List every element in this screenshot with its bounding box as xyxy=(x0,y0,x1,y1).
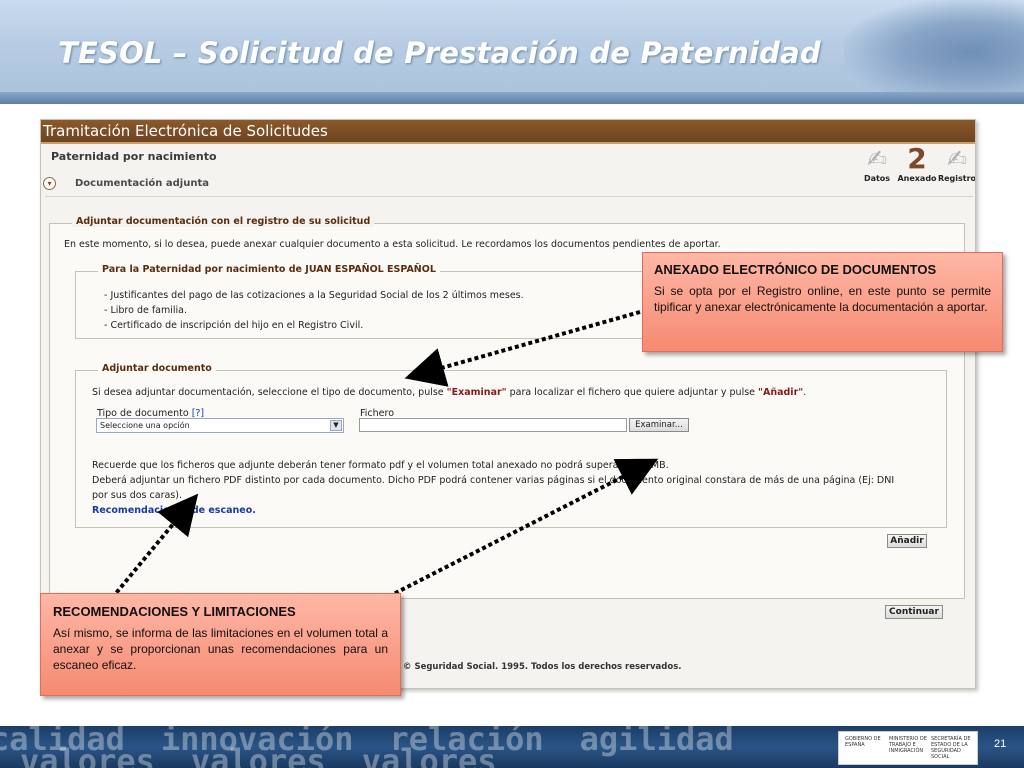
government-logos: GOBIERNO DE ESPAÑA MINISTERIO DE TRABAJO… xyxy=(838,731,978,765)
footer-word: agilidad xyxy=(579,726,734,758)
callout-body: Si se opta por el Registro online, en es… xyxy=(654,284,991,314)
logo-secretaria: SECRETARÍA DE ESTADO DE LA SEGURIDAD SOC… xyxy=(931,736,971,760)
callout-recomendaciones: RECOMENDACIONES Y LIMITACIONES Así mismo… xyxy=(40,593,401,696)
arrow-to-limitaciones xyxy=(369,458,659,608)
callout-title: ANEXADO ELECTRÓNICO DE DOCUMENTOS xyxy=(654,262,937,277)
footer-words: calidad innovación relación agilidad valore… xyxy=(0,726,840,768)
callout-title: RECOMENDACIONES Y LIMITACIONES xyxy=(53,604,296,619)
callout-body: Así mismo, se informa de las limitacione… xyxy=(53,626,388,672)
footer-word: valores xyxy=(361,742,497,768)
callout-anexado: ANEXADO ELECTRÓNICO DE DOCUMENTOS Si se … xyxy=(642,252,1003,352)
footer-word: valores xyxy=(190,742,326,768)
logo-ministerio: MINISTERIO DE TRABAJO E INMIGRACIÓN xyxy=(889,736,927,754)
arrow-to-adjuntar xyxy=(404,310,641,387)
logo-gobierno: GOBIERNO DE ESPAÑA xyxy=(845,736,881,748)
slide-number: 21 xyxy=(994,738,1007,750)
footer-word: valores xyxy=(20,742,155,768)
arrow-to-recomendaciones xyxy=(110,493,199,600)
